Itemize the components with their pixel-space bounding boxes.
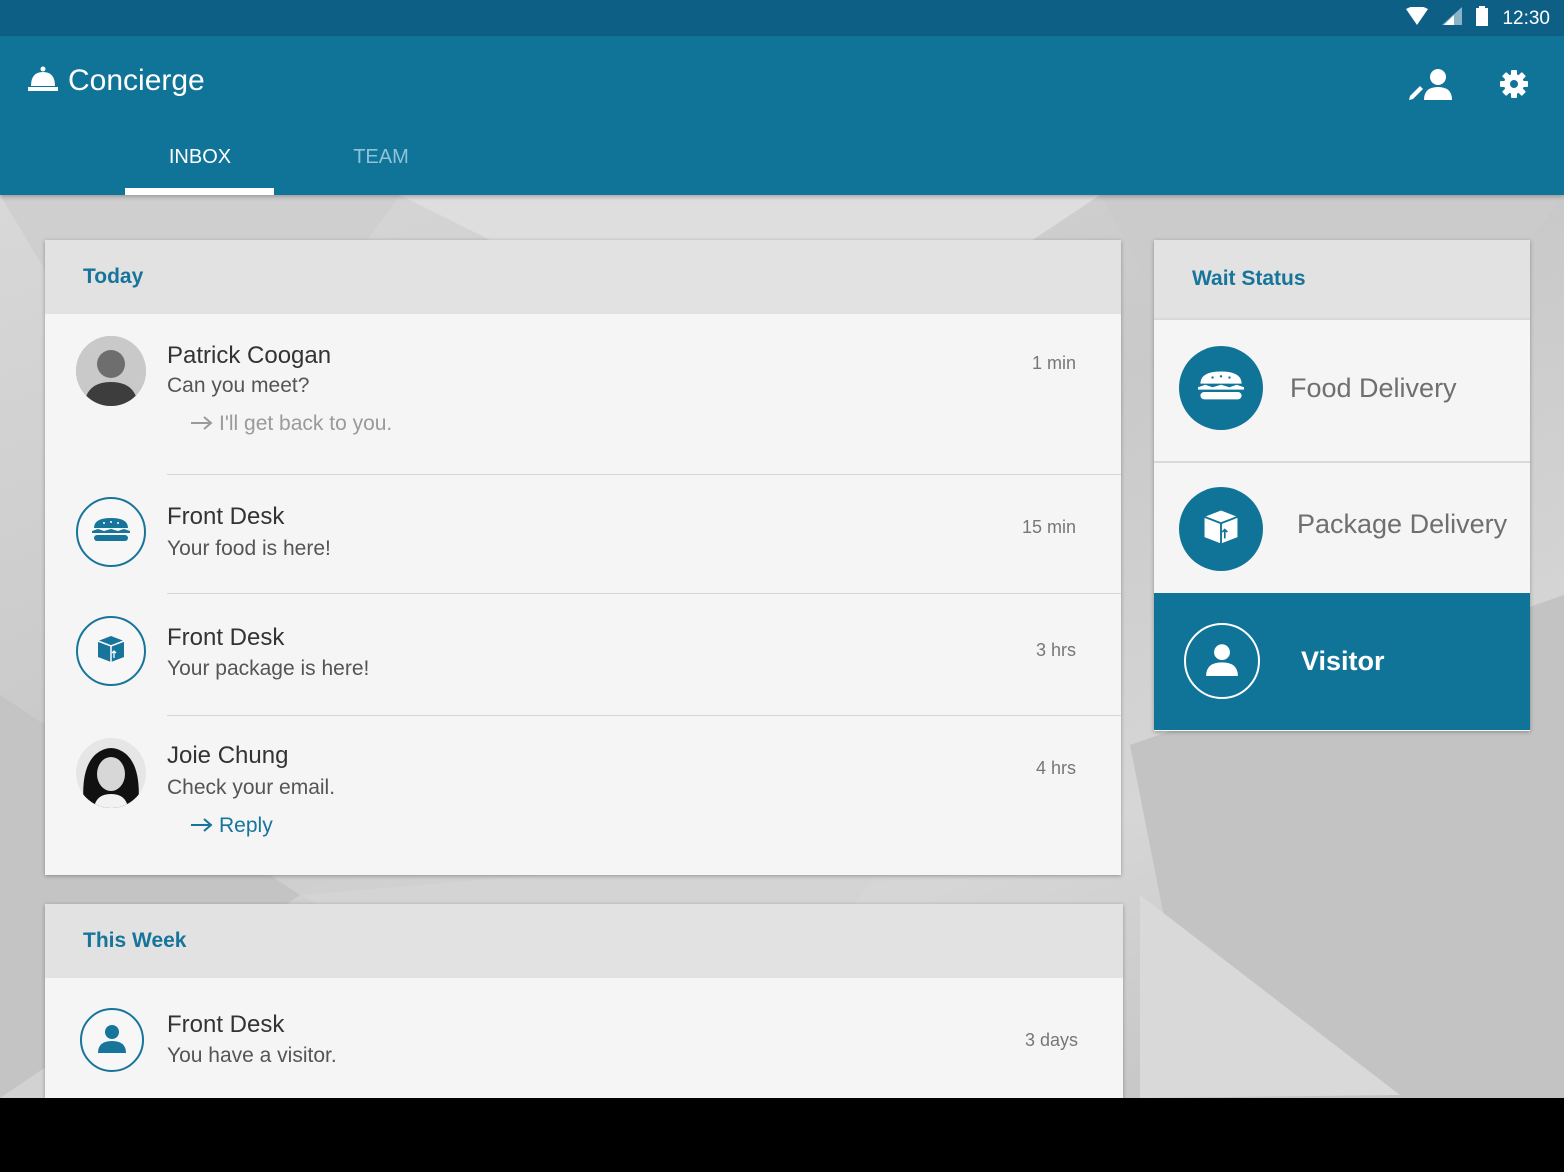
wifi-icon [1406,6,1429,30]
this-week-card: This Week Front Desk You have a visitor.… [45,904,1123,1098]
sender-name: Front Desk [167,624,285,651]
this-week-header: This Week [45,904,1123,978]
status-label: Food Delivery [1290,373,1457,403]
clock: 12:30 [1502,7,1550,29]
avatar [76,497,146,567]
food-icon-circle [1179,346,1263,430]
list-item[interactable]: Front Desk Your package is here! 3 hrs [45,594,1121,716]
status-food-delivery[interactable]: Food Delivery [1154,318,1530,461]
package-icon-circle [1179,487,1263,571]
gear-icon[interactable] [1500,70,1528,103]
arrow-right-icon [191,412,213,436]
today-card: Today Patrick Coogan Can you meet? I'll … [45,240,1121,875]
tab-team[interactable]: TEAM [306,136,456,195]
reply-text: Reply [219,814,273,837]
food-icon [1198,370,1244,406]
reply-text: I'll get back to you. [219,412,393,435]
sender-name: Joie Chung [167,742,289,769]
app-bar: Concierge INBOX TEAM [0,36,1564,195]
app-title: Concierge [68,64,205,97]
reply-button[interactable]: Reply [191,814,273,838]
message-preview: Can you meet? [167,374,310,397]
tab-bar: INBOX TEAM [125,136,456,195]
status-package-delivery[interactable]: Package Delivery [1154,461,1530,593]
avatar [80,1008,144,1072]
message-time: 15 min [1021,517,1076,537]
message-time: 3 hrs [1035,640,1076,660]
reply-line[interactable]: I'll get back to you. [191,412,392,436]
avatar [76,336,146,406]
list-item[interactable]: Joie Chung Check your email. Reply 4 hrs [45,716,1121,875]
status-label: Visitor [1301,646,1385,676]
list-item[interactable]: Front Desk You have a visitor. 3 days [45,978,1123,1098]
today-label: Today [83,265,144,288]
wait-status-title: Wait Status [1192,267,1306,290]
message-time: 4 hrs [1035,758,1076,778]
avatar [76,738,146,808]
person-icon-circle [1184,623,1260,699]
list-item[interactable]: Front Desk Your food is here! 15 min [45,475,1121,594]
arrow-right-icon [191,814,213,838]
battery-icon [1476,6,1489,31]
package-icon [96,634,126,669]
sender-name: Front Desk [167,503,285,530]
navigation-bar [0,1098,1564,1172]
person-icon [97,1023,127,1058]
tab-inbox[interactable]: INBOX [125,136,275,195]
wait-status-header: Wait Status [1154,240,1530,318]
message-preview: You have a visitor. [167,1044,337,1067]
message-time: 3 days [1024,1030,1078,1050]
package-icon [1202,508,1240,551]
status-label: Package Delivery [1297,509,1508,539]
wait-status-card: Wait Status Food Delivery Package Delive… [1154,240,1530,731]
today-header: Today [45,240,1121,314]
message-time: 1 min [1031,353,1076,373]
list-item[interactable]: Patrick Coogan Can you meet? I'll get ba… [45,314,1121,475]
status-bar: 12:30 [0,0,1564,36]
message-preview: Check your email. [167,776,336,799]
status-visitor[interactable]: Visitor [1154,593,1530,730]
avatar [76,616,146,686]
message-preview: Your food is here! [167,537,331,560]
signal-icon [1442,7,1463,30]
bell-icon [28,66,58,97]
this-week-label: This Week [83,929,187,952]
food-icon [92,517,130,547]
content-area: Today Patrick Coogan Can you meet? I'll … [0,195,1564,1098]
message-preview: Your package is here! [167,657,370,680]
person-edit-icon[interactable] [1408,68,1454,105]
sender-name: Front Desk [167,1011,285,1038]
sender-name: Patrick Coogan [167,342,332,369]
brand: Concierge [28,64,205,98]
person-icon [1205,641,1239,682]
